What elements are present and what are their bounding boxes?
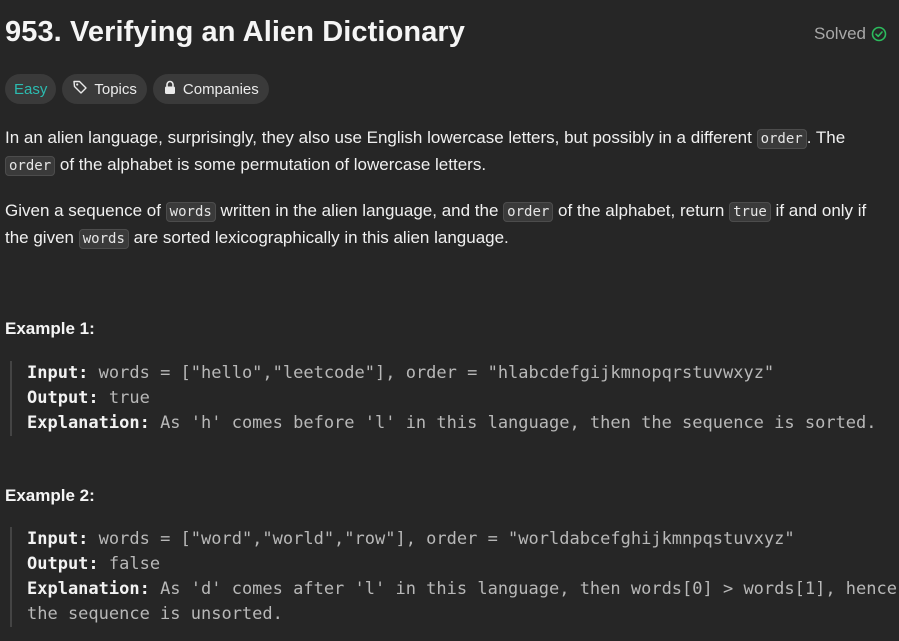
input-label: Input: xyxy=(27,363,89,383)
description-paragraph-1: In an alien language, surprisingly, they… xyxy=(5,125,890,179)
desc-text: written in the alien language, and the xyxy=(215,201,504,220)
example-input-line: Input: words = ["word","world","row"], o… xyxy=(27,527,899,552)
topics-button[interactable]: Topics xyxy=(62,74,147,104)
example-output-line: Output: true xyxy=(27,386,899,411)
input-label: Input: xyxy=(27,529,89,549)
example-explanation-line: Explanation: As 'd' comes after 'l' in t… xyxy=(27,577,899,627)
output-value: false xyxy=(98,554,161,574)
lock-icon xyxy=(163,80,177,99)
description-paragraph-2: Given a sequence of words written in the… xyxy=(5,198,890,252)
example-output-line: Output: false xyxy=(27,552,899,577)
example-2-block: Input: words = ["word","world","row"], o… xyxy=(10,527,899,627)
explanation-value: As 'h' comes before 'l' in this language… xyxy=(149,413,877,433)
difficulty-badge[interactable]: Easy xyxy=(5,74,57,104)
desc-text: In an alien language, surprisingly, they… xyxy=(5,128,757,147)
explanation-label: Explanation: xyxy=(27,579,150,599)
solved-label: Solved xyxy=(814,24,866,43)
difficulty-label: Easy xyxy=(14,80,48,98)
desc-text: Given a sequence of xyxy=(5,201,166,220)
inline-code: true xyxy=(729,202,771,222)
output-label: Output: xyxy=(27,388,99,408)
output-value: true xyxy=(98,388,150,408)
output-label: Output: xyxy=(27,554,99,574)
inline-code: words xyxy=(165,202,216,222)
explanation-value: As 'd' comes after 'l' in this language,… xyxy=(27,579,897,624)
inline-code: order xyxy=(756,129,807,149)
example-1-title: Example 1: xyxy=(5,319,95,338)
example-input-line: Input: words = ["hello","leetcode"], ord… xyxy=(27,361,899,386)
companies-label: Companies xyxy=(182,80,259,98)
input-value: words = ["hello","leetcode"], order = "h… xyxy=(88,363,775,383)
explanation-label: Explanation: xyxy=(27,413,150,433)
inline-code: order xyxy=(5,156,56,176)
solved-status: Solved xyxy=(814,24,887,44)
example-2-title: Example 2: xyxy=(5,486,95,505)
desc-text: . The xyxy=(806,128,846,147)
inline-code: words xyxy=(78,229,129,249)
inline-code: order xyxy=(503,202,554,222)
input-value: words = ["word","world","row"], order = … xyxy=(88,529,795,549)
problem-title: 953. Verifying an Alien Dictionary xyxy=(5,16,466,48)
companies-button[interactable]: Companies xyxy=(152,74,269,104)
desc-text: are sorted lexicographically in this ali… xyxy=(128,228,509,247)
tag-row: Easy Topics Companies xyxy=(5,74,269,104)
topics-label: Topics xyxy=(94,80,137,98)
check-circle-icon xyxy=(871,26,887,42)
desc-text: of the alphabet, return xyxy=(553,201,730,220)
tag-icon xyxy=(72,79,88,99)
example-explanation-line: Explanation: As 'h' comes before 'l' in … xyxy=(27,411,899,436)
desc-text: of the alphabet is some permutation of l… xyxy=(55,155,487,174)
example-1-block: Input: words = ["hello","leetcode"], ord… xyxy=(10,361,899,436)
